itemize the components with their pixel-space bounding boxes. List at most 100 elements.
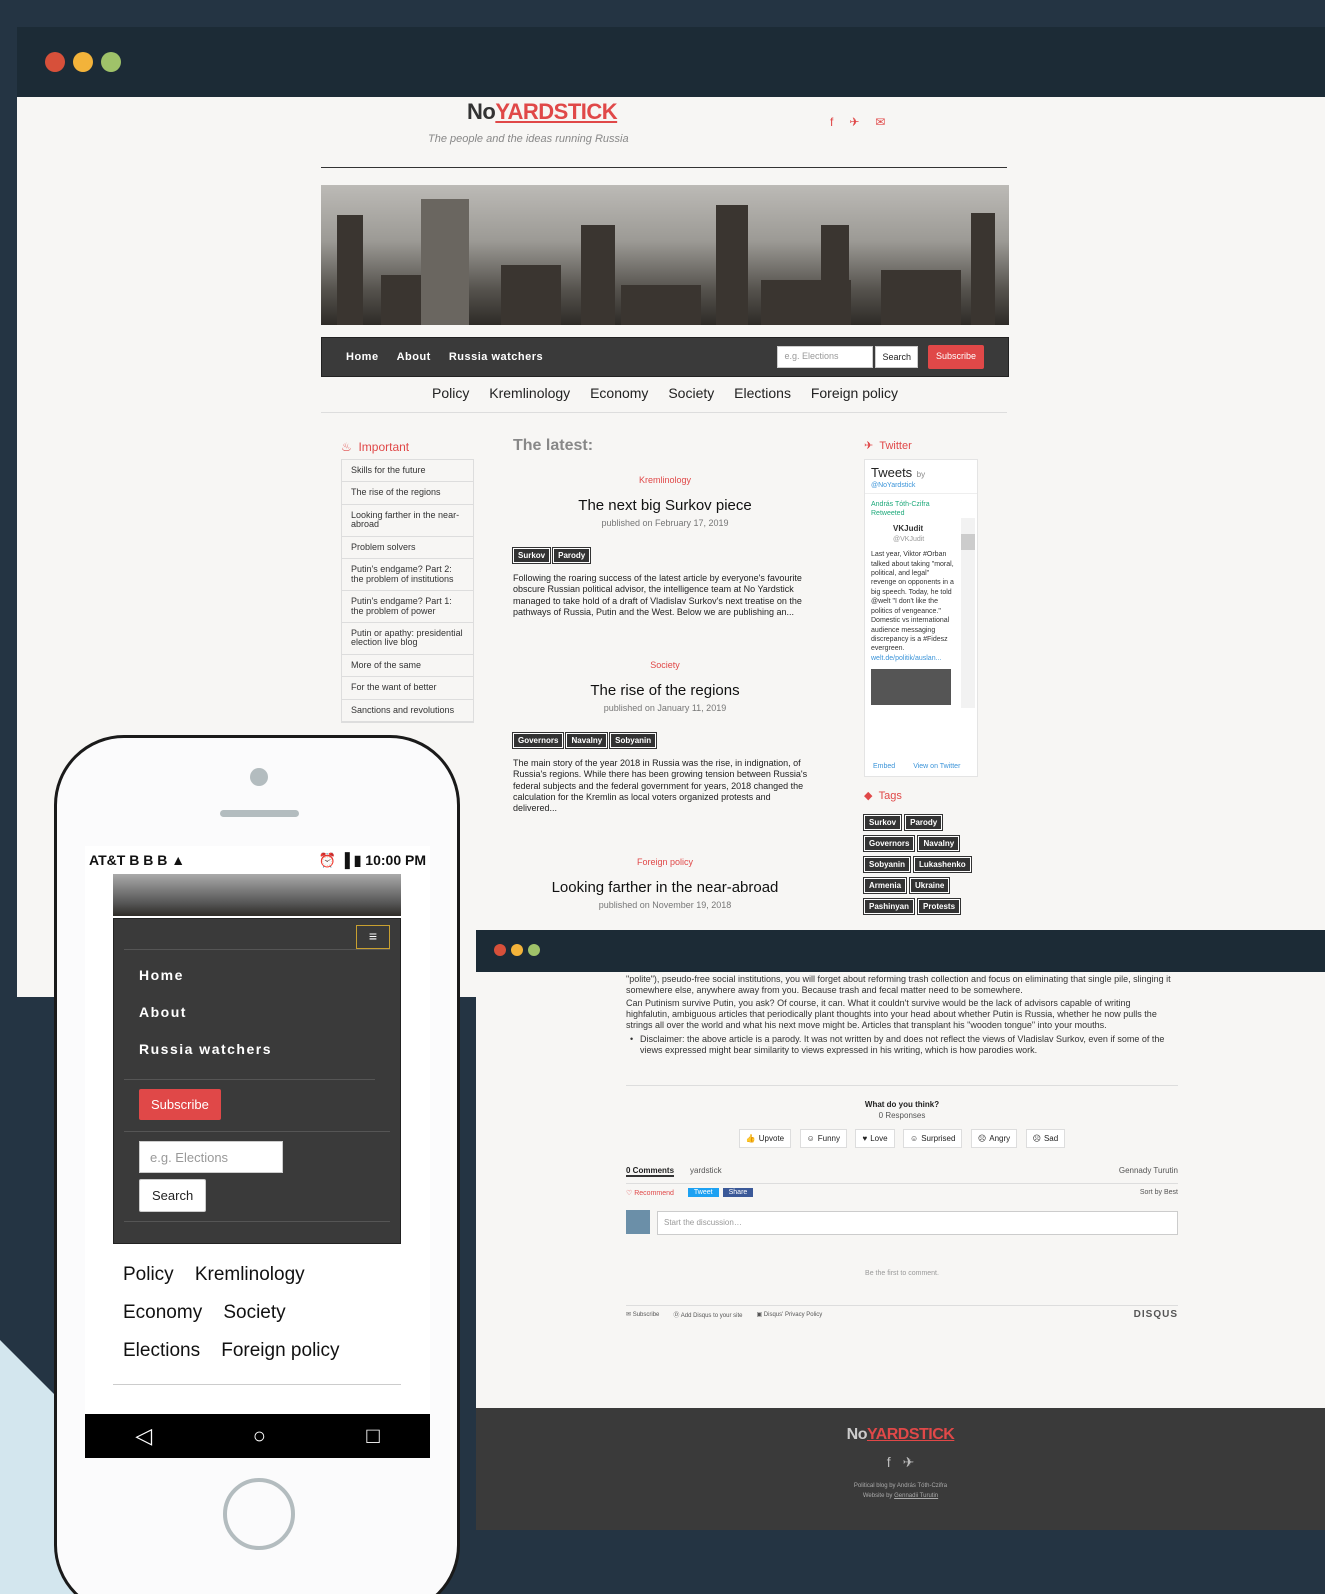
tag-badge[interactable]: Parody: [904, 814, 944, 831]
maximize-dot[interactable]: [101, 52, 121, 72]
article-title[interactable]: The next big Surkov piece: [513, 497, 817, 514]
reaction-angry[interactable]: ☹ Angry: [970, 1129, 1018, 1148]
disqus-user-menu[interactable]: Gennady Turutin: [1119, 1166, 1178, 1177]
important-item[interactable]: Putin's endgame? Part 1: the problem of …: [342, 591, 473, 623]
tag-badge[interactable]: Ukraine: [909, 877, 951, 894]
tag-badge[interactable]: Surkov: [511, 547, 552, 564]
tag-badge[interactable]: Sobyanin: [862, 856, 912, 873]
tag-badge[interactable]: Lukashenko: [913, 856, 972, 873]
category-elections[interactable]: Elections: [734, 385, 791, 401]
maximize-dot[interactable]: [528, 944, 540, 956]
disqus-subscribe-link[interactable]: ✉ Subscribe: [626, 1311, 659, 1318]
recents-icon[interactable]: □: [366, 1423, 379, 1449]
recommend-button[interactable]: ♡ Recommend: [626, 1189, 674, 1197]
article-title[interactable]: Looking farther in the near-abroad: [513, 879, 817, 896]
search-input[interactable]: e.g. Elections: [777, 346, 874, 368]
important-item[interactable]: More of the same: [342, 655, 473, 678]
comment-input[interactable]: Start the discussion…: [657, 1211, 1178, 1235]
subscribe-button[interactable]: Subscribe: [927, 345, 984, 369]
reaction-upvote[interactable]: 👍 Upvote: [738, 1129, 792, 1148]
mobile-category-foreign-policy[interactable]: Foreign policy: [221, 1340, 339, 1361]
close-dot[interactable]: [45, 52, 65, 72]
mobile-nav-about[interactable]: About: [139, 1004, 272, 1020]
sort-dropdown[interactable]: Sort by Best: [1140, 1189, 1178, 1196]
tag-badge[interactable]: Sobyanin: [609, 732, 658, 749]
tag-badge[interactable]: Governors: [511, 732, 565, 749]
mobile-search-button[interactable]: Search: [139, 1179, 207, 1212]
mobile-category-society[interactable]: Society: [223, 1302, 285, 1323]
tweet-scrollbar[interactable]: [961, 518, 975, 708]
add-disqus-link[interactable]: Ⓓ Add Disqus to your site: [673, 1310, 742, 1319]
nav-russia-watchers[interactable]: Russia watchers: [449, 351, 543, 363]
reaction-sad[interactable]: ☹ Sad: [1025, 1129, 1066, 1148]
article-category[interactable]: Kremlinology: [513, 475, 817, 485]
important-item[interactable]: For the want of better: [342, 677, 473, 700]
view-on-twitter-link[interactable]: View on Twitter: [913, 763, 960, 770]
mobile-search-input[interactable]: e.g. Elections: [139, 1141, 283, 1173]
tag-badge[interactable]: Governors: [862, 835, 916, 852]
important-item[interactable]: The rise of the regions: [342, 482, 473, 505]
email-icon[interactable]: ✉: [875, 115, 885, 129]
category-policy[interactable]: Policy: [432, 385, 469, 401]
twitter-handle[interactable]: @NoYardstick: [871, 482, 971, 489]
minimize-dot[interactable]: [73, 52, 93, 72]
tweet-link[interactable]: welt.de/politik/auslan...: [871, 654, 955, 663]
tag-badge[interactable]: Armenia: [862, 877, 908, 894]
nav-home[interactable]: Home: [346, 351, 379, 363]
article-category[interactable]: Society: [513, 660, 817, 670]
facebook-icon[interactable]: f: [887, 1454, 891, 1471]
twitter-timeline[interactable]: Tweets by @NoYardstick András Tóth-Czifr…: [864, 459, 978, 777]
tag-badge[interactable]: Surkov: [862, 814, 903, 831]
mobile-nav-russia-watchers[interactable]: Russia watchers: [139, 1041, 272, 1057]
mobile-category-policy[interactable]: Policy: [123, 1264, 174, 1285]
important-item[interactable]: Putin's endgame? Part 2: the problem of …: [342, 559, 473, 592]
site-tab[interactable]: yardstick: [690, 1166, 722, 1177]
tag-badge[interactable]: Parody: [552, 547, 592, 564]
tag-badge[interactable]: Pashinyan: [862, 898, 916, 915]
twitter-icon[interactable]: ✈: [849, 115, 859, 129]
reaction-surprised[interactable]: ☺ Surprised: [903, 1129, 963, 1148]
tweet-user[interactable]: VKJudit: [893, 524, 955, 535]
important-item[interactable]: Problem solvers: [342, 537, 473, 560]
mobile-nav-home[interactable]: Home: [139, 967, 272, 983]
footer-logo[interactable]: NoYARDSTICK: [476, 1426, 1325, 1444]
hamburger-menu-icon[interactable]: ≡: [356, 925, 390, 949]
category-economy[interactable]: Economy: [590, 385, 648, 401]
twitter-icon[interactable]: ✈: [903, 1454, 915, 1471]
facebook-icon[interactable]: f: [830, 115, 833, 129]
article-category[interactable]: Foreign policy: [513, 857, 817, 867]
share-button[interactable]: Share: [722, 1188, 754, 1197]
back-icon[interactable]: ◁: [135, 1423, 152, 1449]
nav-about[interactable]: About: [397, 351, 431, 363]
disqus-logo[interactable]: DISQUS: [1134, 1309, 1178, 1320]
category-society[interactable]: Society: [668, 385, 714, 401]
tweet-button[interactable]: Tweet: [687, 1188, 719, 1197]
tweet-user-handle[interactable]: @VKJudit: [893, 535, 955, 544]
home-icon[interactable]: ○: [253, 1423, 266, 1449]
category-kremlinology[interactable]: Kremlinology: [489, 385, 570, 401]
site-logo[interactable]: NoYARDSTICK: [467, 99, 618, 125]
important-item[interactable]: Sanctions and revolutions: [342, 700, 473, 723]
reaction-funny[interactable]: ☺ Funny: [799, 1129, 847, 1148]
important-item[interactable]: Looking farther in the near-abroad: [342, 505, 473, 537]
article-title[interactable]: The rise of the regions: [513, 682, 817, 699]
mobile-category-economy[interactable]: Economy: [123, 1302, 202, 1323]
tag-badge[interactable]: Navalny: [917, 835, 961, 852]
category-foreign-policy[interactable]: Foreign policy: [811, 385, 898, 401]
mobile-category-elections[interactable]: Elections: [123, 1340, 200, 1361]
embed-link[interactable]: Embed: [873, 763, 895, 770]
tweet-image[interactable]: [871, 669, 951, 706]
reaction-love[interactable]: ♥ Love: [855, 1129, 895, 1148]
mobile-category-kremlinology[interactable]: Kremlinology: [195, 1264, 305, 1285]
important-item[interactable]: Putin or apathy: presidential election l…: [342, 623, 473, 655]
privacy-link[interactable]: ▣ Disqus' Privacy Policy: [756, 1311, 822, 1318]
important-item[interactable]: Skills for the future: [342, 460, 473, 483]
minimize-dot[interactable]: [511, 944, 523, 956]
comments-tab[interactable]: 0 Comments: [626, 1166, 675, 1177]
search-button[interactable]: Search: [875, 346, 918, 368]
developer-link[interactable]: Gennadii Turutin: [894, 1493, 938, 1499]
tag-badge[interactable]: Navalny: [565, 732, 609, 749]
close-dot[interactable]: [494, 944, 506, 956]
mobile-subscribe-button[interactable]: Subscribe: [139, 1089, 221, 1120]
phone-home-button[interactable]: [223, 1478, 295, 1550]
